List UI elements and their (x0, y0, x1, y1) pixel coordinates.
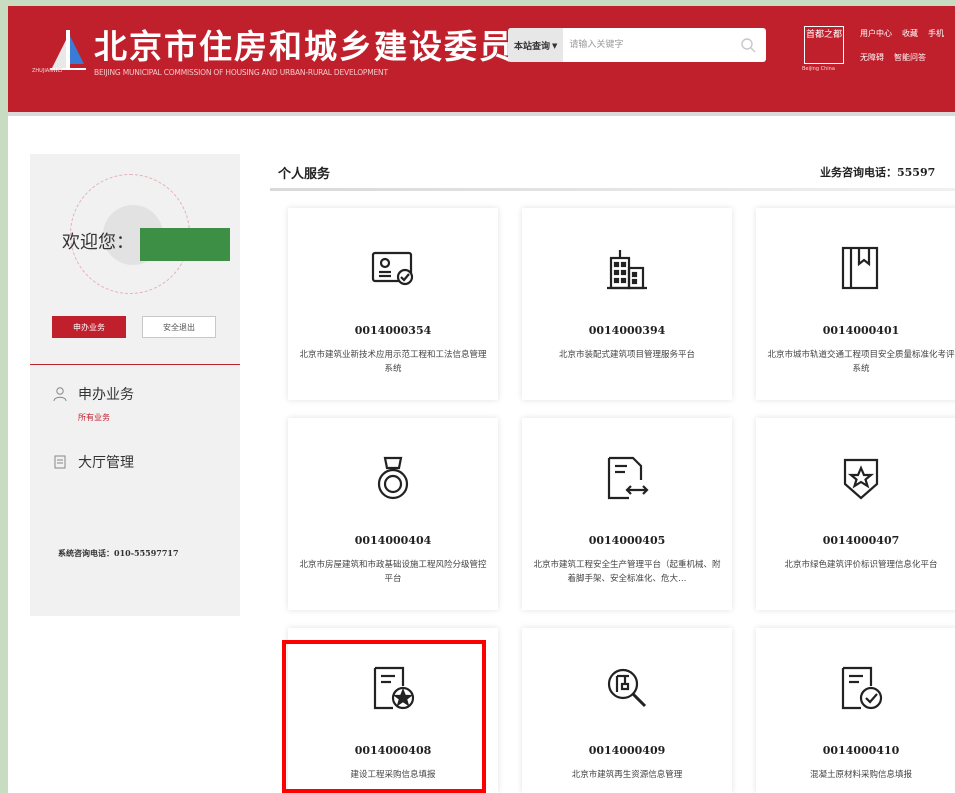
document-arrows-icon (607, 456, 649, 500)
link-accessibility[interactable]: 无障碍 (860, 53, 884, 62)
service-desc: 北京市绿色建筑评价标识管理信息化平台 (784, 560, 938, 570)
service-code: 0014000405 (588, 534, 666, 547)
search-scope-label: 本站查询 (514, 41, 551, 52)
service-code: 0014000354 (354, 324, 432, 337)
service-card[interactable]: 0014000394 北京市装配式建筑项目管理服务平台 (522, 208, 732, 400)
welcome-text: 欢迎您： (62, 232, 134, 253)
site-title[interactable]: 北京市住房和城乡建设委员会 (94, 20, 549, 68)
selection-highlight (282, 640, 486, 793)
seal-caption: Beijing China (802, 66, 835, 72)
sidebar: 欢迎您： 申办业务 安全退出 申办业务 所有业务 大厅管理 系统咨询电话：010… (30, 154, 240, 616)
magnifier-crane-icon (607, 668, 647, 708)
sidebar-item-label: 申办业务 (78, 387, 134, 403)
service-desc: 北京市城市轨道交通工程项目安全质量标准化考评系统 (767, 350, 955, 374)
chevron-down-icon: ▼ (552, 40, 558, 50)
service-code: 0014000409 (588, 744, 666, 757)
user-icon (53, 387, 67, 402)
service-card[interactable]: 0014000354 北京市建筑业新技术应用示范工程和工法信息管理系统 (288, 208, 498, 400)
business-phone: 业务咨询电话：55597 (820, 166, 936, 179)
service-desc: 北京市建筑业新技术应用示范工程和工法信息管理系统 (299, 350, 487, 374)
system-phone: 系统咨询电话：010-55597717 (58, 548, 179, 558)
bookmark-book-icon (841, 246, 879, 290)
service-code: 0014000404 (354, 534, 432, 547)
service-code: 0014000394 (588, 324, 666, 337)
buildings-icon (607, 250, 647, 290)
username-redacted (140, 228, 230, 261)
apply-business-button[interactable]: 申办业务 (52, 316, 126, 338)
sidebar-subitem-all-business[interactable]: 所有业务 (78, 412, 110, 423)
search-bar: 本站查询 ▼ (508, 28, 766, 62)
service-code: 0014000407 (822, 534, 900, 547)
shield-star-icon (843, 458, 879, 500)
capital-seal-logo[interactable]: 首都之都 (804, 26, 844, 64)
section-underline (270, 188, 955, 191)
logo-icon (50, 30, 86, 70)
service-card[interactable]: 0014000401 北京市城市轨道交通工程项目安全质量标准化考评系统 (756, 208, 955, 400)
service-desc: 北京市建筑再生资源信息管理 (571, 770, 683, 780)
service-card[interactable]: 0014000409 北京市建筑再生资源信息管理 (522, 628, 732, 793)
sidebar-item-apply[interactable]: 申办业务 (52, 384, 134, 404)
search-input[interactable] (563, 28, 766, 62)
service-card[interactable]: 0014000410 混凝土原材料采购信息填报 (756, 628, 955, 793)
medal-icon (377, 456, 409, 500)
service-card[interactable]: 0014000404 北京市房屋建筑和市政基础设施工程风险分级管控平台 (288, 418, 498, 610)
search-icon[interactable] (740, 37, 756, 53)
service-desc: 混凝土原材料采购信息填报 (809, 770, 912, 780)
document-check-icon (841, 666, 883, 710)
service-desc: 北京市房屋建筑和市政基础设施工程风险分级管控平台 (299, 560, 487, 584)
link-favorite[interactable]: 收藏 (902, 29, 918, 38)
service-code: 0014000410 (822, 744, 900, 757)
link-mobile[interactable]: 手机 (928, 29, 944, 38)
site-subtitle: BEIJING MUNICIPAL COMMISSION OF HOUSING … (94, 68, 388, 77)
link-smart-qa[interactable]: 智能问答 (894, 53, 926, 62)
sidebar-item-label: 大厅管理 (78, 455, 134, 471)
id-card-check-icon (371, 251, 414, 286)
logo-caption: ZHUJIANWEI (32, 68, 63, 74)
service-card[interactable]: 0014000405 北京市建筑工程安全生产管理平台（起重机械、附着脚手架、安全… (522, 418, 732, 610)
section-title: 个人服务 (278, 167, 331, 182)
logout-button[interactable]: 安全退出 (142, 316, 216, 338)
top-links-row2: 无障碍 智能问答 (860, 52, 936, 63)
top-links-row1: 用户中心 收藏 手机 (860, 28, 954, 39)
service-card[interactable]: 0014000407 北京市绿色建筑评价标识管理信息化平台 (756, 418, 955, 610)
browser-frame: ZHUJIANWEI 北京市住房和城乡建设委员会 BEIJING MUNICIP… (8, 6, 955, 793)
search-scope-dropdown[interactable]: 本站查询 ▼ (508, 28, 564, 62)
link-user-center[interactable]: 用户中心 (860, 29, 892, 38)
sidebar-item-hall-management[interactable]: 大厅管理 (52, 452, 134, 472)
sidebar-divider (30, 364, 240, 365)
document-icon (54, 455, 66, 469)
service-desc: 北京市建筑工程安全生产管理平台（起重机械、附着脚手架、安全标准化、危大… (533, 560, 721, 584)
service-desc: 北京市装配式建筑项目管理服务平台 (558, 350, 695, 360)
service-code: 0014000401 (822, 324, 900, 337)
site-header: ZHUJIANWEI 北京市住房和城乡建设委员会 BEIJING MUNICIP… (8, 6, 955, 116)
